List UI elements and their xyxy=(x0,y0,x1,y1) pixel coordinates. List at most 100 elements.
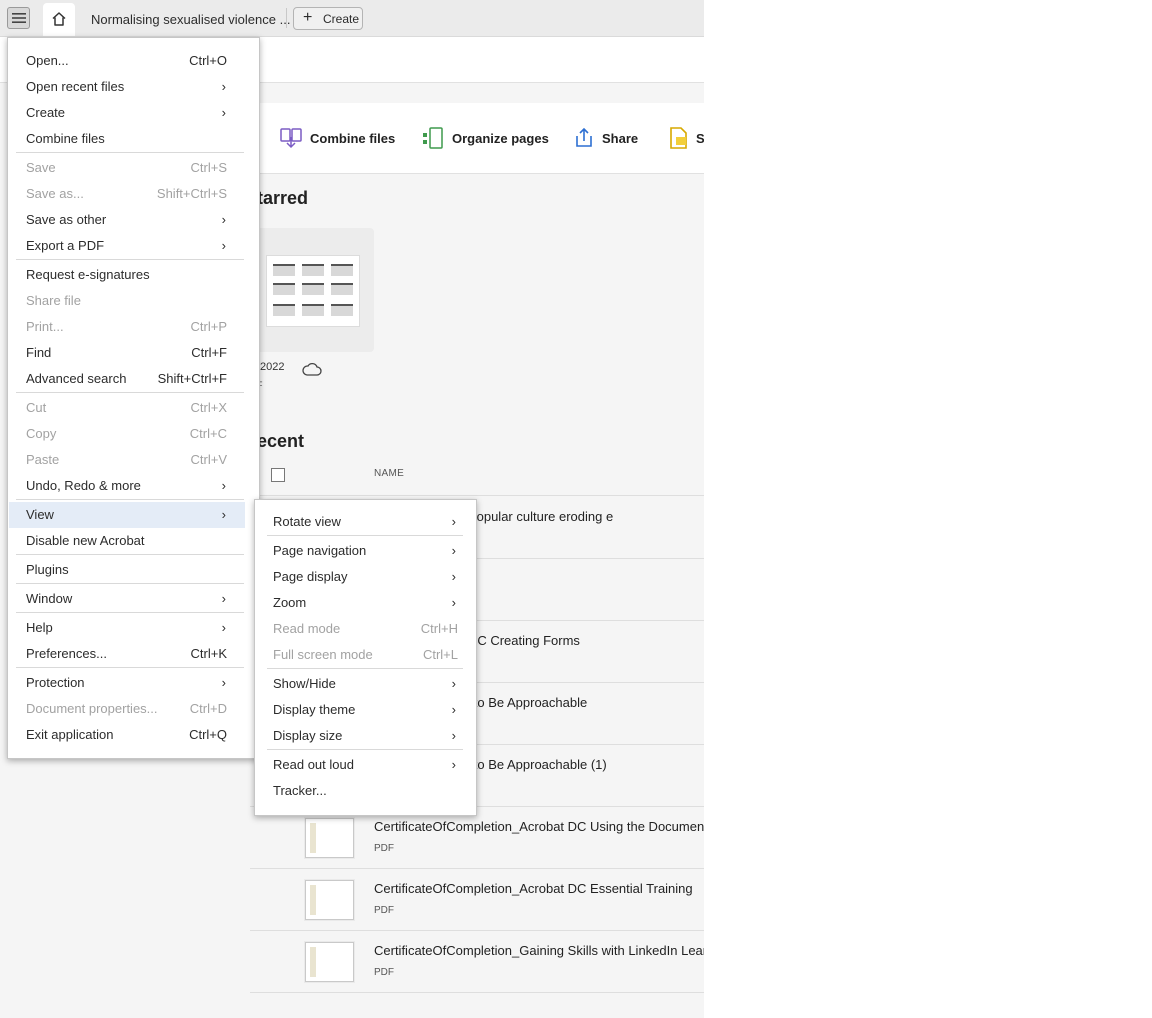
menu-item-label: Cut xyxy=(26,400,47,415)
menu-item-label: Export a PDF xyxy=(26,238,105,253)
menu-item-request-e-signatures[interactable]: Request e-signatures xyxy=(9,262,245,288)
menu-separator xyxy=(16,499,244,500)
chevron-right-icon: › xyxy=(221,620,226,635)
chevron-right-icon: › xyxy=(451,702,456,717)
organize-pages-icon xyxy=(423,127,443,149)
starred-file-thumbnail xyxy=(266,255,360,327)
tool-combine-files[interactable]: Combine files xyxy=(280,127,400,151)
menu-separator xyxy=(16,392,244,393)
menu-item-label: Display size xyxy=(273,728,343,743)
menu-item-create[interactable]: Create › xyxy=(9,100,245,126)
menu-item-paste: Paste Ctrl+V xyxy=(9,447,245,473)
menu-item-label: Open recent files xyxy=(26,79,125,94)
cloud-icon xyxy=(302,362,322,376)
menu-item-shortcut: Ctrl+O xyxy=(189,53,227,68)
menu-item-display-theme[interactable]: Display theme › xyxy=(255,697,476,723)
table-row[interactable]: CertificateOfCompletion_Acrobat DC Essen… xyxy=(250,868,704,931)
file-name: CertificateOfCompletion_Acrobat DC Essen… xyxy=(374,881,693,896)
menu-item-rotate-view[interactable]: Rotate view › xyxy=(255,509,476,535)
hamburger-menu-button[interactable] xyxy=(7,7,30,29)
tab-bar: Normalising sexualised violence ... + Cr… xyxy=(0,0,704,37)
tool-stamp[interactable]: S xyxy=(668,127,704,151)
tool-share[interactable]: Share xyxy=(573,127,643,151)
chevron-right-icon: › xyxy=(221,79,226,94)
table-row[interactable]: CertificateOfCompletion_Gaining Skills w… xyxy=(250,930,704,993)
menu-item-page-navigation[interactable]: Page navigation › xyxy=(255,538,476,564)
menu-item-page-display[interactable]: Page display › xyxy=(255,564,476,590)
menu-item-preferences[interactable]: Preferences... Ctrl+K xyxy=(9,641,245,667)
document-tab[interactable]: Normalising sexualised violence ... xyxy=(91,12,290,27)
menu-item-label: Request e-signatures xyxy=(26,267,150,282)
tab-divider xyxy=(286,8,287,28)
menu-item-label: Full screen mode xyxy=(273,647,373,662)
menu-item-share-file: Share file xyxy=(9,288,245,314)
menu-item-label: Zoom xyxy=(273,595,307,610)
home-tab[interactable] xyxy=(43,3,75,36)
menu-item-plugins[interactable]: Plugins xyxy=(9,557,245,583)
menu-item-shortcut: Ctrl+S xyxy=(190,160,227,175)
menu-item-label: Preferences... xyxy=(26,646,107,661)
menu-item-exit-application[interactable]: Exit application Ctrl+Q xyxy=(9,722,245,748)
chevron-right-icon: › xyxy=(221,675,226,690)
menu-item-open[interactable]: Open... Ctrl+O xyxy=(9,48,245,74)
menu-item-shortcut: Ctrl+C xyxy=(189,426,227,441)
menu-item-open-recent-files[interactable]: Open recent files › xyxy=(9,74,245,100)
menu-item-disable-new-acrobat[interactable]: Disable new Acrobat xyxy=(9,528,245,554)
file-thumbnail xyxy=(305,942,354,982)
chevron-right-icon: › xyxy=(221,238,226,253)
menu-item-copy: Copy Ctrl+C xyxy=(9,421,245,447)
menu-item-advanced-search[interactable]: Advanced search Shift+Ctrl+F xyxy=(9,366,245,392)
chevron-right-icon: › xyxy=(221,507,226,522)
select-all-checkbox[interactable] xyxy=(271,468,285,482)
menu-item-protection[interactable]: Protection › xyxy=(9,670,245,696)
main-menu: Open... Ctrl+O Open recent files › Create › Co… xyxy=(7,37,260,759)
menu-item-window[interactable]: Window › xyxy=(9,586,245,612)
menu-item-label: Window xyxy=(26,591,73,606)
share-icon xyxy=(576,127,592,147)
menu-item-shortcut: Ctrl+Q xyxy=(189,727,227,742)
menu-item-read-mode: Read mode Ctrl+H xyxy=(255,616,476,642)
chevron-right-icon: › xyxy=(221,591,226,606)
chevron-right-icon: › xyxy=(451,595,456,610)
create-tab-button[interactable]: + Create xyxy=(293,7,363,30)
menu-item-label: Read mode xyxy=(273,621,341,636)
menu-item-view[interactable]: View › xyxy=(9,502,245,528)
menu-item-shortcut: Shift+Ctrl+F xyxy=(157,371,227,386)
chevron-right-icon: › xyxy=(221,478,226,493)
plus-icon: + xyxy=(303,9,313,26)
menu-item-combine-files[interactable]: Combine files xyxy=(9,126,245,152)
menu-separator xyxy=(267,668,463,669)
menu-item-zoom[interactable]: Zoom › xyxy=(255,590,476,616)
menu-item-full-screen-mode: Full screen mode Ctrl+L xyxy=(255,642,476,668)
menu-item-help[interactable]: Help › xyxy=(9,615,245,641)
stamp-icon xyxy=(670,127,687,149)
menu-item-export-a-pdf[interactable]: Export a PDF › xyxy=(9,233,245,259)
menu-item-tracker[interactable]: Tracker... xyxy=(255,778,476,804)
menu-item-undo-redo-more[interactable]: Undo, Redo & more › xyxy=(9,473,245,499)
menu-separator xyxy=(267,749,463,750)
menu-item-save-as-other[interactable]: Save as other › xyxy=(9,207,245,233)
menu-item-display-size[interactable]: Display size › xyxy=(255,723,476,749)
file-thumbnail xyxy=(305,880,354,920)
combine-files-icon xyxy=(280,128,302,149)
menu-item-save-as: Save as... Shift+Ctrl+S xyxy=(9,181,245,207)
menu-item-label: Open... xyxy=(26,53,69,68)
menu-separator xyxy=(16,612,244,613)
menu-item-show-hide[interactable]: Show/Hide › xyxy=(255,671,476,697)
tool-organize-pages[interactable]: Organize pages xyxy=(422,127,552,151)
menu-item-document-properties: Document properties... Ctrl+D xyxy=(9,696,245,722)
menu-item-find[interactable]: Find Ctrl+F xyxy=(9,340,245,366)
chevron-right-icon: › xyxy=(451,569,456,584)
menu-item-shortcut: Ctrl+K xyxy=(190,646,227,661)
file-name: CertificateOfCompletion_Gaining Skills w… xyxy=(374,943,704,958)
menu-item-label: Save as... xyxy=(26,186,84,201)
menu-item-label: Page display xyxy=(273,569,348,584)
menu-item-shortcut: Shift+Ctrl+S xyxy=(156,186,227,201)
menu-icon xyxy=(12,13,26,23)
menu-separator xyxy=(267,535,463,536)
column-header-name[interactable]: NAME xyxy=(374,468,404,479)
file-type: PDF xyxy=(374,967,394,978)
menu-item-read-out-loud[interactable]: Read out loud › xyxy=(255,752,476,778)
file-type: PDF xyxy=(374,905,394,916)
menu-separator xyxy=(16,554,244,555)
